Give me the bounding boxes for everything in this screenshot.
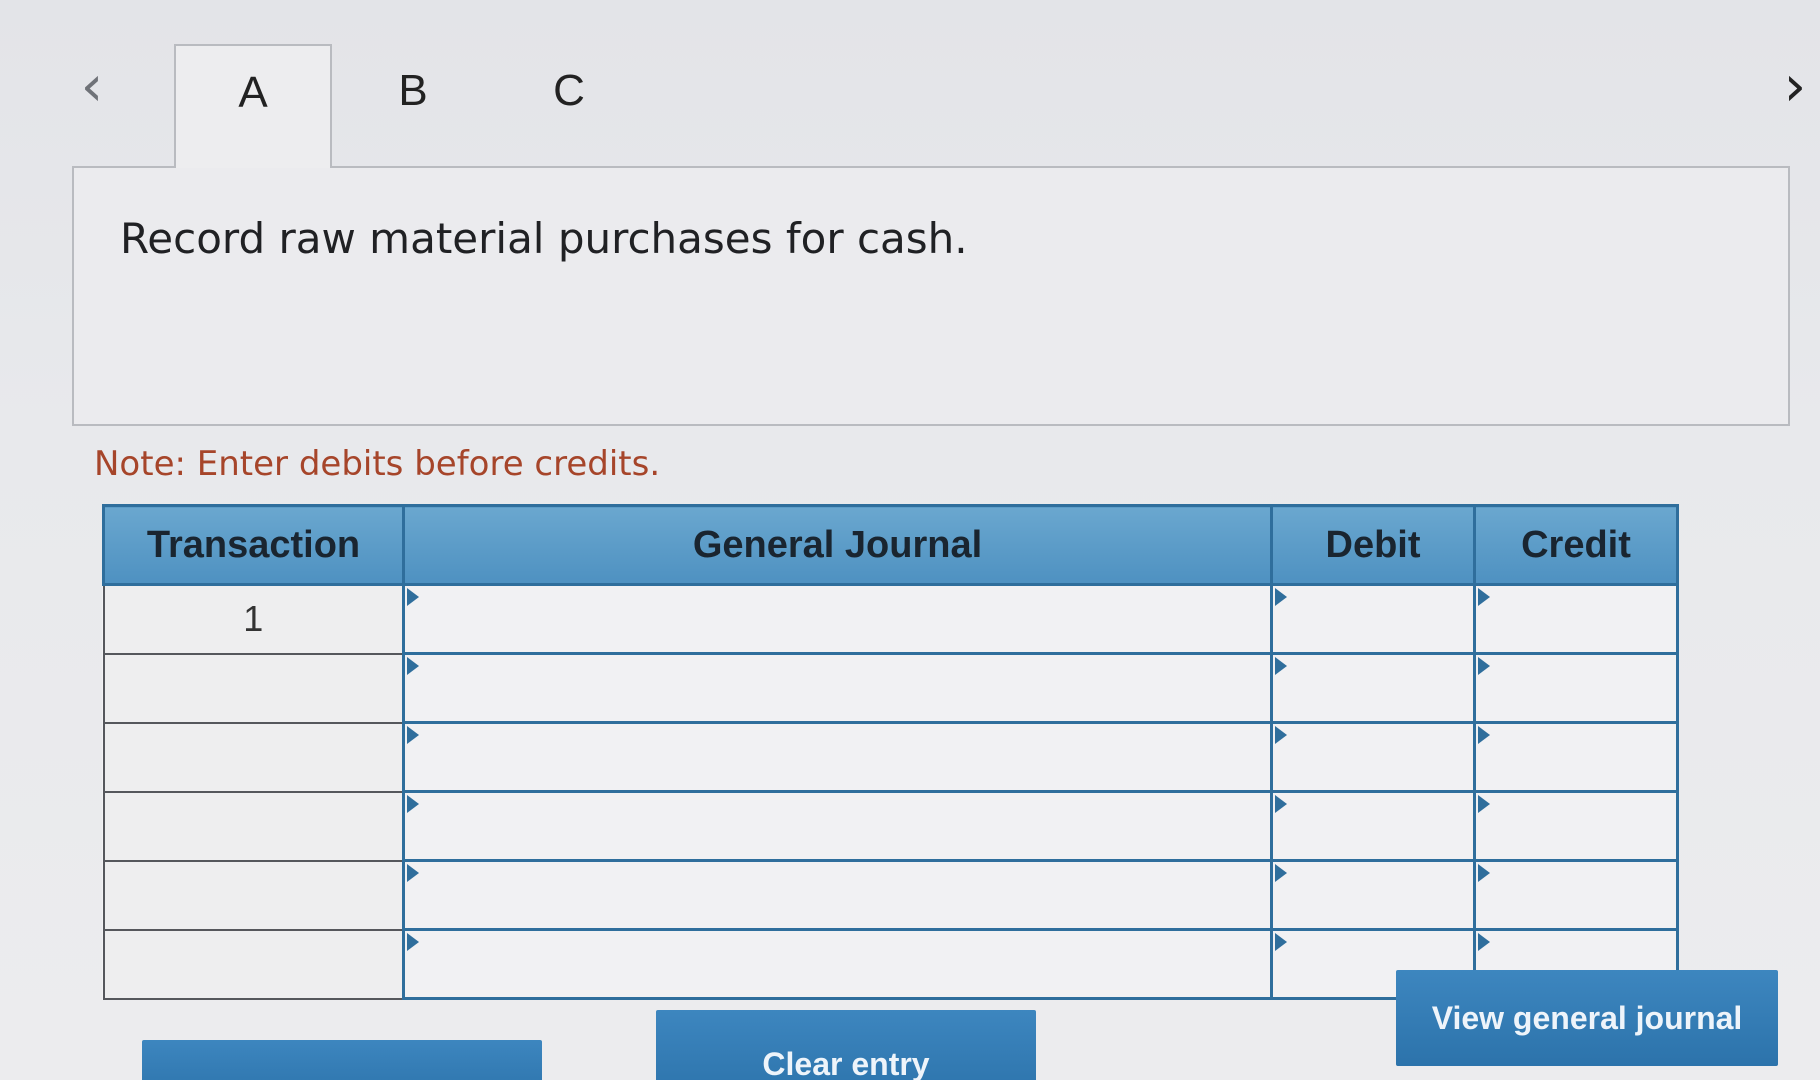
credit-cell[interactable] <box>1473 790 1679 862</box>
instruction-panel: Record raw material purchases for cash. <box>72 166 1790 426</box>
account-input[interactable] <box>405 862 1270 928</box>
account-cell[interactable] <box>402 583 1273 655</box>
table-row <box>102 721 1679 793</box>
account-input[interactable] <box>405 724 1270 790</box>
journal-header-row: Transaction General Journal Debit Credit <box>102 504 1679 586</box>
debit-cell[interactable] <box>1270 790 1476 862</box>
account-input[interactable] <box>405 655 1270 721</box>
account-cell[interactable] <box>402 928 1273 1000</box>
account-input[interactable] <box>405 586 1270 652</box>
table-row <box>102 859 1679 931</box>
tab-c[interactable]: C <box>490 44 648 168</box>
transaction-cell <box>102 859 405 931</box>
debit-header: Debit <box>1270 504 1476 586</box>
table-row: 1 <box>102 583 1679 655</box>
account-input[interactable] <box>405 931 1270 997</box>
account-cell[interactable] <box>402 652 1273 724</box>
credit-input[interactable] <box>1476 724 1676 790</box>
debit-input[interactable] <box>1273 793 1473 859</box>
table-row <box>102 790 1679 862</box>
credit-cell[interactable] <box>1473 583 1679 655</box>
note-text: Note: Enter debits before credits. <box>94 444 661 484</box>
instruction-text: Record raw material purchases for cash. <box>120 214 968 263</box>
debit-input[interactable] <box>1273 655 1473 721</box>
credit-cell[interactable] <box>1473 859 1679 931</box>
credit-input[interactable] <box>1476 655 1676 721</box>
credit-input[interactable] <box>1476 862 1676 928</box>
transaction-cell <box>102 928 405 1000</box>
credit-header: Credit <box>1473 504 1679 586</box>
credit-cell[interactable] <box>1473 652 1679 724</box>
transaction-header: Transaction <box>102 504 405 586</box>
view-general-journal-button[interactable]: View general journal <box>1396 970 1778 1066</box>
record-entry-button[interactable] <box>142 1040 542 1080</box>
transaction-cell: 1 <box>102 583 405 655</box>
account-cell[interactable] <box>402 859 1273 931</box>
account-cell[interactable] <box>402 721 1273 793</box>
journal-table: Transaction General Journal Debit Credit… <box>102 504 1679 1000</box>
account-input[interactable] <box>405 793 1270 859</box>
clear-entry-button[interactable]: Clear entry <box>656 1010 1036 1080</box>
chevron-right-icon[interactable]: › <box>1775 59 1815 115</box>
credit-input[interactable] <box>1476 793 1676 859</box>
transaction-cell <box>102 721 405 793</box>
transaction-cell <box>102 652 405 724</box>
debit-cell[interactable] <box>1270 859 1476 931</box>
credit-input[interactable] <box>1476 586 1676 652</box>
debit-input[interactable] <box>1273 862 1473 928</box>
tab-a[interactable]: A <box>174 44 332 168</box>
page: ‹ A B C › Record raw material purchases … <box>0 0 1820 1080</box>
tab-b[interactable]: B <box>334 44 492 168</box>
general-journal-header: General Journal <box>402 504 1273 586</box>
debit-cell[interactable] <box>1270 652 1476 724</box>
chevron-left-icon[interactable]: ‹ <box>72 59 112 115</box>
debit-input[interactable] <box>1273 586 1473 652</box>
table-row <box>102 652 1679 724</box>
debit-cell[interactable] <box>1270 721 1476 793</box>
credit-cell[interactable] <box>1473 721 1679 793</box>
debit-input[interactable] <box>1273 724 1473 790</box>
debit-cell[interactable] <box>1270 583 1476 655</box>
transaction-cell <box>102 790 405 862</box>
account-cell[interactable] <box>402 790 1273 862</box>
